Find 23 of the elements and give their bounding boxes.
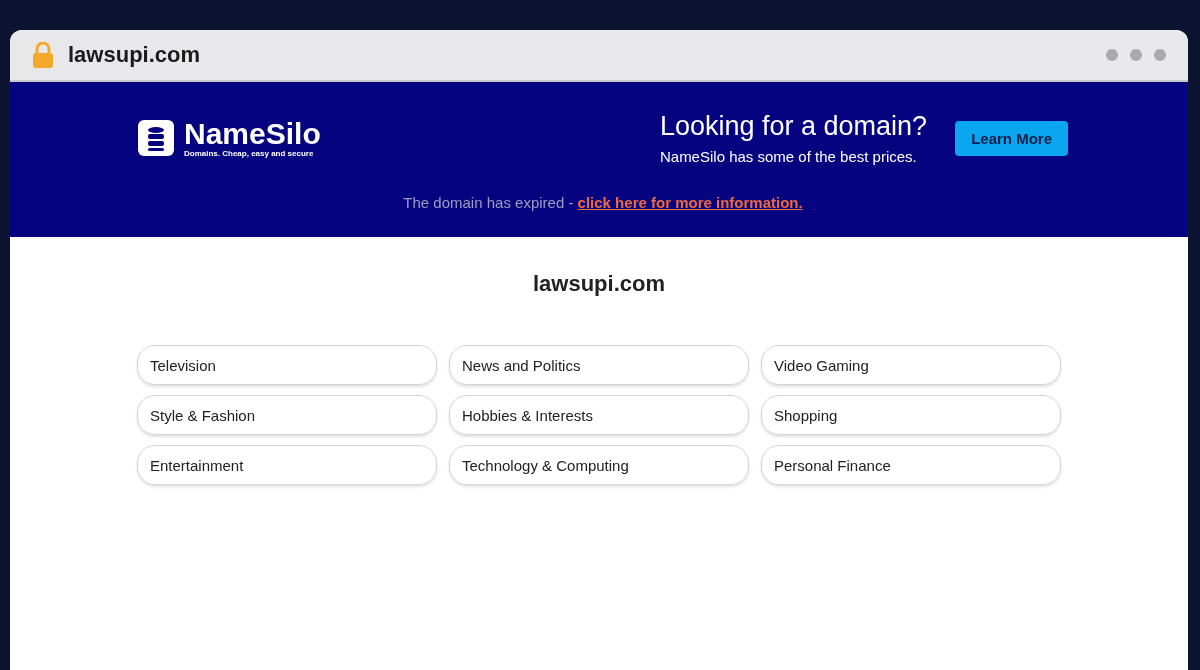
window-dot[interactable] [1130, 49, 1142, 61]
lock-icon [32, 42, 54, 68]
category-link[interactable]: Style & Fashion [137, 395, 437, 435]
logo-tagline: Domains. Cheap, easy and secure [184, 148, 315, 158]
category-link[interactable]: Entertainment [137, 445, 437, 485]
category-link[interactable]: Shopping [761, 395, 1061, 435]
category-link[interactable]: Personal Finance [761, 445, 1061, 485]
category-link[interactable]: Technology & Computing [449, 445, 749, 485]
promo-subheading: NameSilo has some of the best prices. [659, 148, 918, 165]
database-icon [138, 120, 174, 156]
category-link[interactable]: Video Gaming [761, 345, 1061, 385]
category-link[interactable]: News and Politics [449, 345, 749, 385]
category-link[interactable]: Television [137, 345, 437, 385]
info-link[interactable]: click here for more information. [577, 194, 803, 211]
window-dot[interactable] [1154, 49, 1166, 61]
page-title: lawsupi.com [532, 271, 665, 297]
promo-heading: Looking for a domain? [659, 111, 928, 142]
logo-name: NameSilo [184, 118, 321, 149]
url-text[interactable]: lawsupi.com [68, 42, 1092, 68]
learn-more-button[interactable]: Learn More [955, 120, 1068, 156]
window-dot[interactable] [1106, 49, 1118, 61]
category-link[interactable]: Hobbies & Interests [449, 395, 749, 435]
expired-notice: The domain has expired - [403, 194, 575, 211]
